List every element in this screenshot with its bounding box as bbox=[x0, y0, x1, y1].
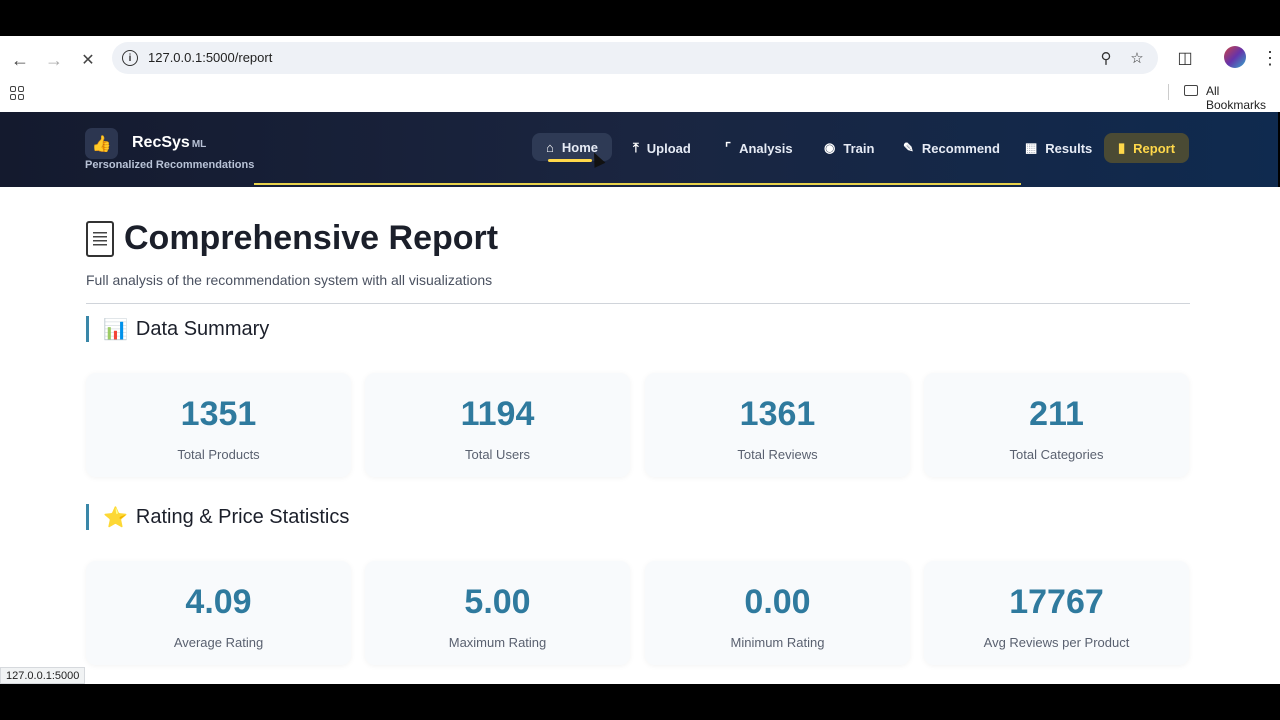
screen-bottom-border bbox=[0, 684, 1280, 720]
browser-chrome: ← → ✕ i 127.0.0.1:5000/report ⚲ ☆ ◫ ⋮ Al… bbox=[0, 36, 1280, 112]
stat-value: 211 bbox=[1029, 395, 1084, 433]
title-divider bbox=[86, 303, 1190, 304]
section-rating-price: ⭐ Rating & Price Statistics bbox=[86, 504, 349, 530]
stat-label: Total Categories bbox=[1009, 447, 1104, 462]
brand-suffix: ML bbox=[191, 139, 207, 150]
bookmarks-bar: All Bookmarks bbox=[0, 80, 1280, 112]
brand-name[interactable]: RecSys ML bbox=[132, 134, 206, 152]
page-title-text: Comprehensive Report bbox=[124, 219, 499, 257]
forward-arrow-icon[interactable]: → bbox=[42, 48, 66, 72]
header-progress-line bbox=[254, 183, 1021, 185]
stat-card: 0.00 Minimum Rating bbox=[645, 561, 910, 665]
stat-label: Average Rating bbox=[173, 635, 264, 650]
all-bookmarks-link[interactable]: All Bookmarks bbox=[1206, 84, 1280, 112]
chart-icon: ⌜ bbox=[725, 140, 732, 155]
upload-icon: ⤒ bbox=[633, 140, 639, 155]
nav-train[interactable]: ◉ Train bbox=[810, 133, 888, 163]
page-document-icon bbox=[86, 220, 114, 257]
document-icon: ▮ bbox=[1118, 140, 1126, 155]
bookmarks-separator bbox=[1168, 84, 1169, 100]
stat-label: Total Users bbox=[464, 447, 531, 462]
nav-results[interactable]: ▦ Results bbox=[1011, 133, 1106, 163]
stat-label: Maximum Rating bbox=[448, 635, 547, 650]
bookmark-star-icon[interactable]: ☆ bbox=[1127, 48, 1147, 68]
stat-value: 1351 bbox=[180, 395, 257, 433]
apps-grid-icon[interactable] bbox=[10, 86, 24, 100]
stat-label: Minimum Rating bbox=[730, 635, 825, 650]
profile-avatar[interactable] bbox=[1224, 46, 1246, 68]
nav-recommend[interactable]: ✎ Recommend bbox=[889, 133, 1014, 163]
stat-label: Total Reviews bbox=[737, 447, 818, 462]
nav-report[interactable]: ▮ Report bbox=[1104, 133, 1190, 163]
pencil-icon: ✎ bbox=[903, 140, 914, 155]
address-url[interactable]: 127.0.0.1:5000/report bbox=[148, 50, 272, 65]
zoom-icon[interactable]: ⚲ bbox=[1096, 48, 1116, 68]
section-title-text: Rating & Price Statistics bbox=[135, 505, 350, 528]
browser-menu-icon[interactable]: ⋮ bbox=[1258, 46, 1280, 70]
page-subtitle: Full analysis of the recommendation syst… bbox=[86, 272, 493, 288]
thumbs-up-icon[interactable]: 👍 bbox=[85, 128, 118, 159]
stat-value: 1361 bbox=[739, 395, 816, 433]
page-title: Comprehensive Report bbox=[86, 219, 498, 258]
stat-value: 1194 bbox=[460, 395, 535, 433]
section-title-text: Data Summary bbox=[135, 317, 270, 340]
stat-value: 17767 bbox=[1009, 583, 1104, 621]
status-bar-url: 127.0.0.1:5000 bbox=[0, 667, 86, 684]
nav-analysis[interactable]: ⌜ Analysis bbox=[711, 133, 807, 163]
nav-recommend-label: Recommend bbox=[921, 140, 1000, 156]
stat-value: 4.09 bbox=[185, 583, 252, 621]
stat-value: 0.00 bbox=[744, 583, 811, 621]
brand-tagline: Personalized Recommendations bbox=[85, 159, 255, 171]
stat-label: Avg Reviews per Product bbox=[983, 635, 1130, 650]
nav-report-label: Report bbox=[1133, 140, 1176, 156]
stat-card: 1351 Total Products bbox=[86, 373, 351, 477]
screen-top-border bbox=[0, 0, 1280, 36]
site-info-icon[interactable]: i bbox=[122, 50, 138, 66]
section-data-summary: 📊 Data Summary bbox=[86, 316, 269, 342]
stat-card: 1361 Total Reviews bbox=[645, 373, 910, 477]
main-content: Comprehensive Report Full analysis of th… bbox=[0, 187, 1280, 684]
stat-card: 17767 Avg Reviews per Product bbox=[924, 561, 1189, 665]
nav-upload[interactable]: ⤒ Upload bbox=[619, 133, 705, 163]
nav-results-label: Results bbox=[1045, 140, 1093, 156]
nav-upload-label: Upload bbox=[646, 140, 691, 156]
extensions-icon[interactable]: ◫ bbox=[1173, 46, 1197, 70]
folder-icon[interactable] bbox=[1184, 85, 1198, 96]
stop-loading-icon[interactable]: ✕ bbox=[76, 48, 100, 72]
stat-card: 5.00 Maximum Rating bbox=[365, 561, 630, 665]
stat-card: 1194 Total Users bbox=[365, 373, 630, 477]
app-navbar: 👍 RecSys ML Personalized Recommendations … bbox=[0, 112, 1278, 187]
table-icon: ▦ bbox=[1025, 140, 1038, 155]
star-icon: ⭐ bbox=[103, 506, 128, 529]
brain-icon: ◉ bbox=[824, 140, 836, 155]
bar-chart-icon: 📊 bbox=[103, 318, 128, 341]
nav-home-underline bbox=[548, 159, 592, 162]
stat-card: 4.09 Average Rating bbox=[86, 561, 351, 665]
nav-train-label: Train bbox=[843, 140, 875, 156]
stat-label: Total Products bbox=[177, 447, 260, 462]
address-bar[interactable]: i 127.0.0.1:5000/report ⚲ ☆ bbox=[112, 42, 1158, 74]
home-icon: ⌂ bbox=[546, 139, 554, 155]
brand-text: RecSys bbox=[132, 134, 190, 151]
nav-analysis-label: Analysis bbox=[739, 140, 793, 156]
stat-value: 5.00 bbox=[464, 583, 531, 621]
stat-card: 211 Total Categories bbox=[924, 373, 1189, 477]
back-arrow-icon[interactable]: ← bbox=[8, 48, 32, 72]
